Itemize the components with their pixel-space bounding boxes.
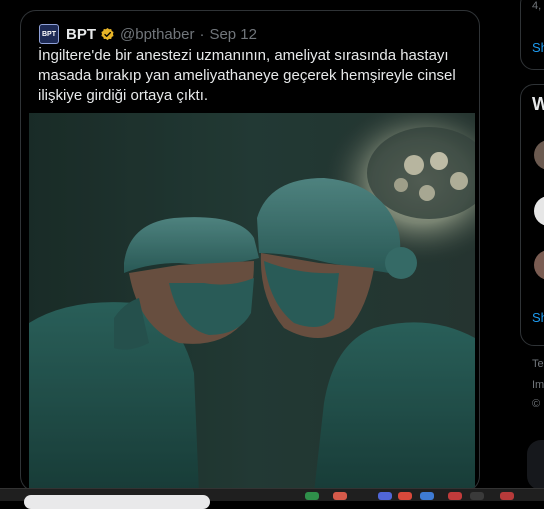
left-edge — [0, 0, 12, 488]
taskbar-app-icon[interactable] — [500, 492, 514, 500]
show-more-link[interactable]: Sh — [532, 310, 544, 325]
messages-drawer[interactable] — [527, 440, 544, 490]
tweet-date[interactable]: Sep 12 — [209, 26, 257, 43]
tweet-card[interactable]: BPT BPT @bpthaber · Sep 12 İngiltere'de … — [20, 10, 480, 492]
right-sidebar: 4, Sh W Sh Te Im © — [520, 0, 544, 500]
taskbar-app-icon[interactable] — [398, 492, 412, 500]
show-more-link[interactable]: Sh — [532, 40, 544, 55]
taskbar-app-icon[interactable] — [378, 492, 392, 500]
taskbar-app-icon[interactable] — [448, 492, 462, 500]
tweet-header: BPT BPT @bpthaber · Sep 12 — [39, 23, 257, 45]
taskbar-app-icon[interactable] — [420, 492, 434, 500]
verified-badge-icon — [101, 27, 114, 40]
footer-copyright: © — [532, 398, 541, 410]
tweet-image[interactable] — [29, 113, 475, 492]
panel-title: W — [532, 94, 544, 114]
search-input[interactable] — [24, 495, 210, 509]
separator: · — [199, 25, 205, 43]
tweet-text: İngiltere'de bir anestezi uzmanının, ame… — [38, 47, 456, 104]
trend-count: 4, — [532, 0, 542, 12]
display-name[interactable]: BPT — [66, 26, 96, 43]
taskbar-app-icon[interactable] — [305, 492, 319, 500]
taskbar-app-icon[interactable] — [333, 492, 347, 500]
handle[interactable]: @bpthaber — [120, 26, 194, 43]
footer-link[interactable]: Te — [532, 358, 544, 370]
taskbar-app-icon[interactable] — [470, 492, 484, 500]
footer-link[interactable]: Im — [532, 379, 544, 391]
avatar[interactable]: BPT — [39, 24, 59, 44]
